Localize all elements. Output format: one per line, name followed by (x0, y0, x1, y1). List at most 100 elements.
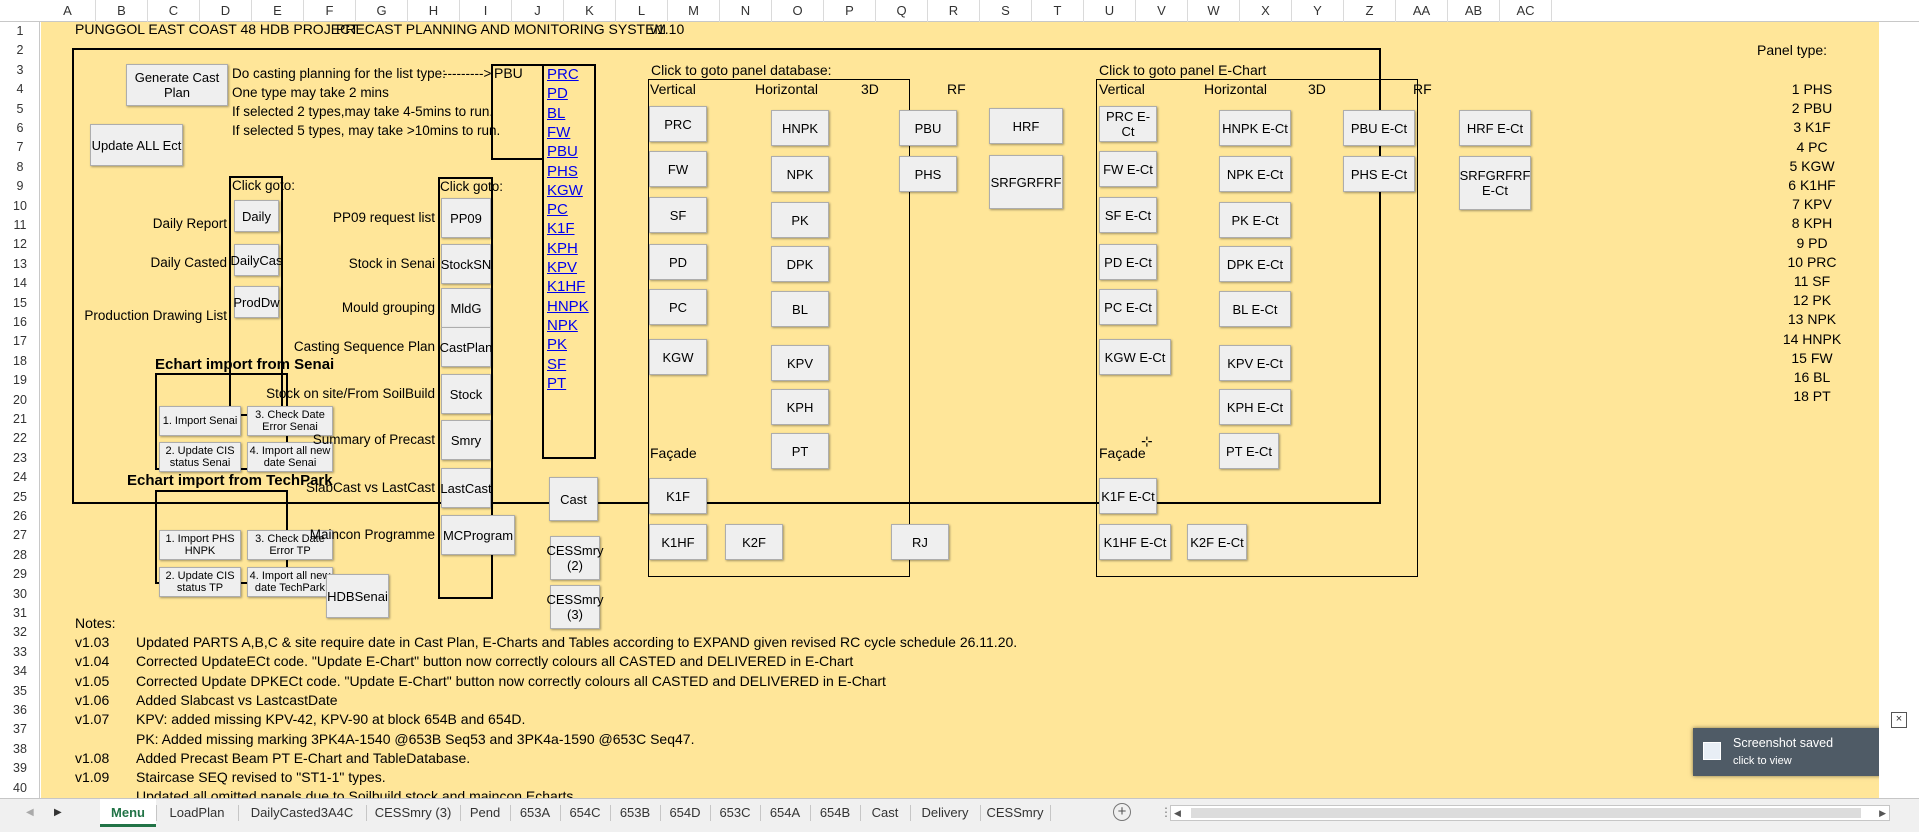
row-header-26[interactable]: 26 (0, 507, 39, 526)
row-header-37[interactable]: 37 (0, 720, 39, 739)
row-header-18[interactable]: 18 (0, 352, 39, 371)
vertical-scrollbar[interactable]: × (1879, 22, 1919, 798)
column-header-S[interactable]: S (980, 0, 1032, 22)
tab-6[interactable]: 654C (560, 799, 610, 827)
row-header-4[interactable]: 4 (0, 80, 39, 99)
row-header-8[interactable]: 8 (0, 158, 39, 177)
ec-v-1-button[interactable]: FW E-Ct (1099, 151, 1157, 187)
row-header-3[interactable]: 3 (0, 61, 39, 80)
row-header-27[interactable]: 27 (0, 526, 39, 545)
ec-k1hf-button[interactable]: K1HF E-Ct (1099, 524, 1171, 560)
ec-v-2-button[interactable]: SF E-Ct (1099, 197, 1157, 233)
column-header-G[interactable]: G (356, 0, 408, 22)
column-header-V[interactable]: V (1136, 0, 1188, 22)
tab-scroll-right-icon[interactable]: ▶ (54, 801, 68, 825)
tab-0[interactable]: Menu (100, 799, 156, 827)
row-header-34[interactable]: 34 (0, 662, 39, 681)
ec-v-5-button[interactable]: KGW E-Ct (1099, 339, 1171, 375)
column-header-AB[interactable]: AB (1448, 0, 1500, 22)
row-header-36[interactable]: 36 (0, 701, 39, 720)
row-header-23[interactable]: 23 (0, 449, 39, 468)
column-header-AA[interactable]: AA (1396, 0, 1448, 22)
tab-14[interactable]: CESSmry ... (980, 799, 1050, 827)
column-header-T[interactable]: T (1032, 0, 1084, 22)
tab-1[interactable]: LoadPlan (156, 799, 238, 827)
close-icon[interactable]: × (1891, 712, 1907, 728)
row-header-5[interactable]: 5 (0, 100, 39, 119)
column-header-C[interactable]: C (148, 0, 200, 22)
ec-v-0-button[interactable]: PRC E-Ct (1099, 106, 1157, 142)
row-header-35[interactable]: 35 (0, 682, 39, 701)
column-header-R[interactable]: R (928, 0, 980, 22)
column-header-D[interactable]: D (200, 0, 252, 22)
tab-13[interactable]: Delivery (910, 799, 980, 827)
add-sheet-icon[interactable]: + (1113, 803, 1131, 821)
ec-hrf-button[interactable]: HRF E-Ct (1459, 110, 1531, 146)
row-header-32[interactable]: 32 (0, 623, 39, 642)
tab-10[interactable]: 654A (760, 799, 810, 827)
ec-k2f-button[interactable]: K2F E-Ct (1187, 524, 1247, 560)
hscroll-thumb[interactable] (1191, 808, 1861, 818)
row-header-17[interactable]: 17 (0, 332, 39, 351)
row-header-33[interactable]: 33 (0, 643, 39, 662)
column-header-I[interactable]: I (460, 0, 512, 22)
column-header-B[interactable]: B (96, 0, 148, 22)
row-header-31[interactable]: 31 (0, 604, 39, 623)
column-header-N[interactable]: N (720, 0, 772, 22)
row-header-10[interactable]: 10 (0, 197, 39, 216)
column-header-P[interactable]: P (824, 0, 876, 22)
hscroll-left-icon[interactable]: ◀ (1171, 806, 1181, 820)
ec-h-2-button[interactable]: PK E-Ct (1219, 202, 1291, 238)
ec-h-7-button[interactable]: PT E-Ct (1219, 433, 1279, 469)
column-header-M[interactable]: M (668, 0, 720, 22)
tab-3[interactable]: CESSmry (3) (366, 799, 460, 827)
row-header-12[interactable]: 12 (0, 235, 39, 254)
horizontal-scrollbar[interactable]: ◀ ▶ (1170, 805, 1890, 821)
row-header-39[interactable]: 39 (0, 759, 39, 778)
row-header-29[interactable]: 29 (0, 565, 39, 584)
row-header-24[interactable]: 24 (0, 468, 39, 487)
row-header-19[interactable]: 19 (0, 371, 39, 390)
column-header-U[interactable]: U (1084, 0, 1136, 22)
tab-5[interactable]: 653A (510, 799, 560, 827)
ec-h-5-button[interactable]: KPV E-Ct (1219, 345, 1291, 381)
tab-11[interactable]: 654B (810, 799, 860, 827)
row-header-38[interactable]: 38 (0, 740, 39, 759)
row-header-6[interactable]: 6 (0, 119, 39, 138)
tab-2[interactable]: DailyCasted3A4C (238, 799, 366, 827)
row-header-9[interactable]: 9 (0, 177, 39, 196)
row-header-11[interactable]: 11 (0, 216, 39, 235)
column-header-K[interactable]: K (564, 0, 616, 22)
ec-v-4-button[interactable]: PC E-Ct (1099, 289, 1157, 325)
split-handle-icon[interactable]: ⋮ (1160, 805, 1172, 821)
tab-scroll-left-icon[interactable]: ◀ (26, 801, 40, 825)
row-header-7[interactable]: 7 (0, 138, 39, 157)
tab-8[interactable]: 654D (660, 799, 710, 827)
row-header-22[interactable]: 22 (0, 429, 39, 448)
row-header-28[interactable]: 28 (0, 546, 39, 565)
row-header-2[interactable]: 2 (0, 41, 39, 60)
ec-v-3-button[interactable]: PD E-Ct (1099, 244, 1157, 280)
row-header-1[interactable]: 1 (0, 22, 39, 41)
ec-h-1-button[interactable]: NPK E-Ct (1219, 156, 1291, 192)
column-header-W[interactable]: W (1188, 0, 1240, 22)
column-header-E[interactable]: E (252, 0, 304, 22)
ec-h-3-button[interactable]: DPK E-Ct (1219, 246, 1291, 282)
ec-k1f-button[interactable]: K1F E-Ct (1099, 478, 1157, 514)
column-header-J[interactable]: J (512, 0, 564, 22)
screenshot-toast[interactable]: Screenshot saved click to view (1693, 728, 1879, 776)
row-header-15[interactable]: 15 (0, 294, 39, 313)
column-header-AC[interactable]: AC (1500, 0, 1552, 22)
column-header-F[interactable]: F (304, 0, 356, 22)
column-header-Q[interactable]: Q (876, 0, 928, 22)
row-header-25[interactable]: 25 (0, 488, 39, 507)
ec-3d-1-button[interactable]: PHS E-Ct (1343, 156, 1415, 192)
hscroll-right-icon[interactable]: ▶ (1879, 806, 1886, 820)
ec-srfgrfrf-button[interactable]: SRFGRFRF E-Ct (1459, 156, 1531, 210)
row-header-14[interactable]: 14 (0, 274, 39, 293)
tab-4[interactable]: Pend (460, 799, 510, 827)
column-header-A[interactable]: A (40, 0, 96, 22)
column-header-H[interactable]: H (408, 0, 460, 22)
row-header-20[interactable]: 20 (0, 391, 39, 410)
tab-9[interactable]: 653C (710, 799, 760, 827)
